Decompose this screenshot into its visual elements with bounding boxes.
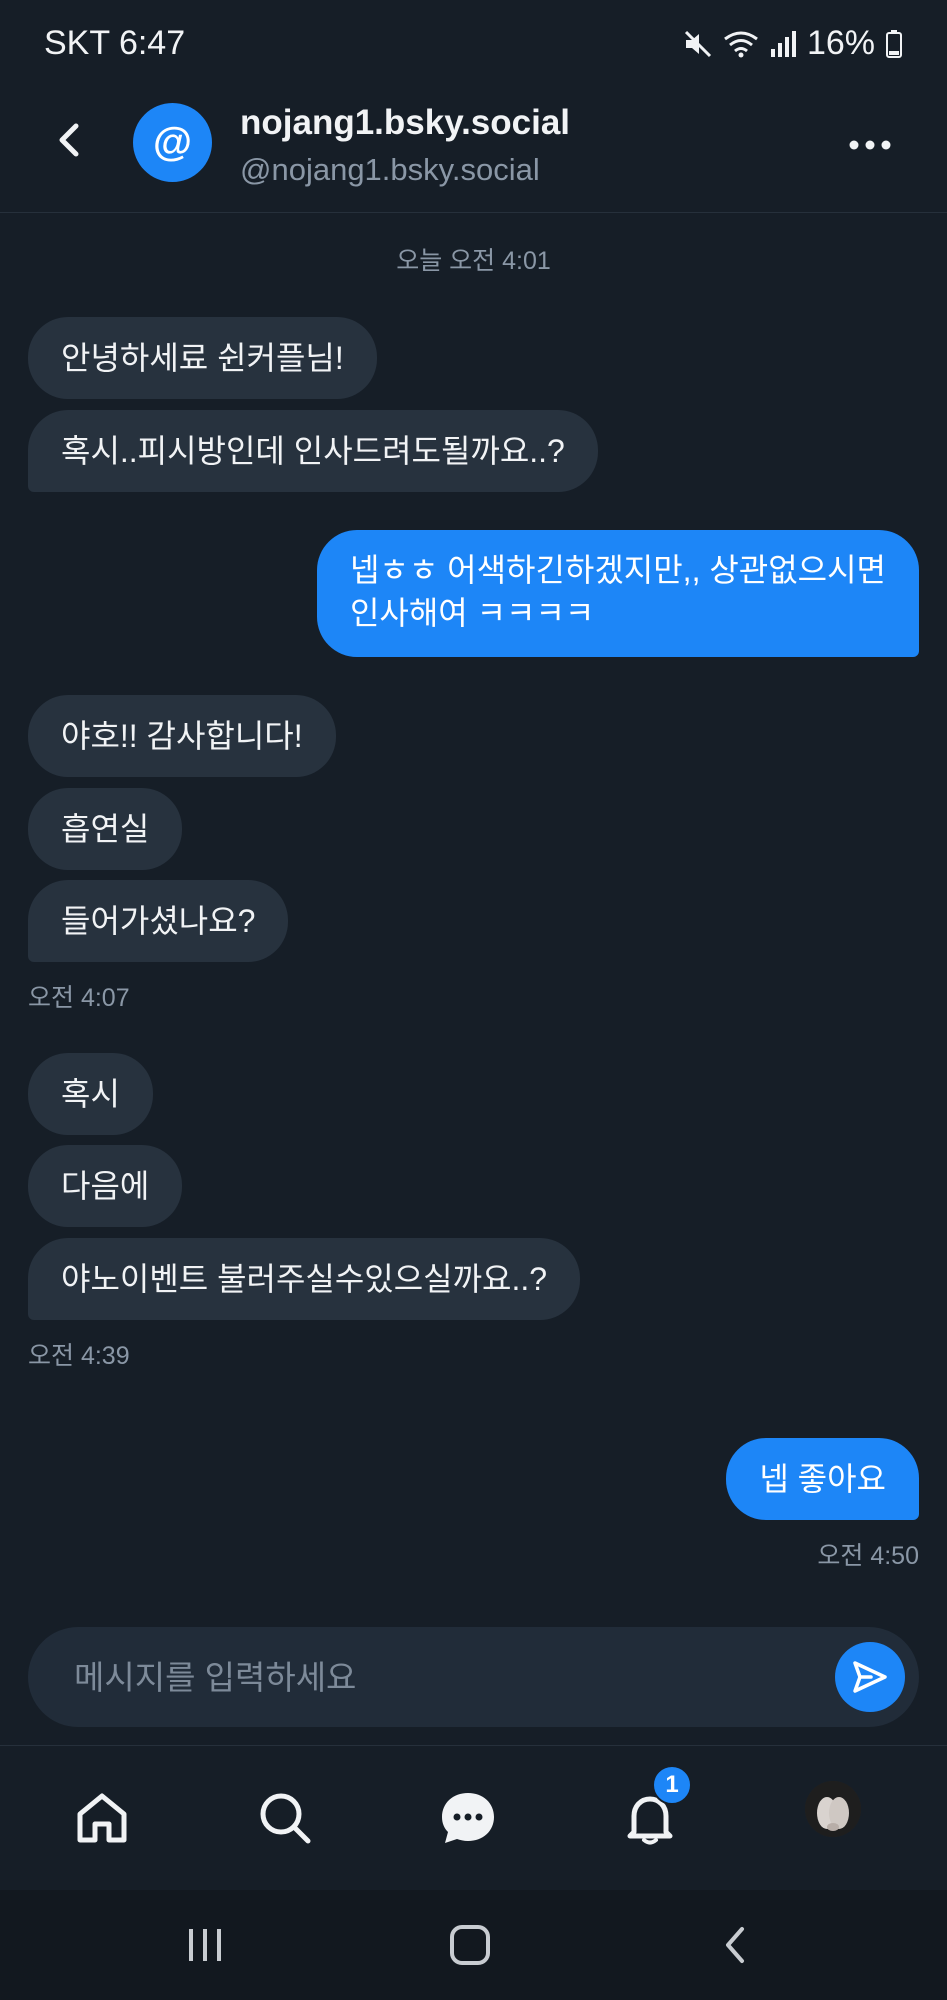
message-text: 안녕하세료 쉰커플님! [61,339,344,376]
home-icon [77,1793,127,1843]
message-text: 넵 좋아요 [759,1460,886,1497]
message-bubble[interactable]: 야노이벤트 불러주실수있으실까요..? [28,1238,581,1320]
message-bubble[interactable]: 안녕하세료 쉰커플님! [28,317,377,399]
wifi-icon [724,31,758,57]
message-text: 인사해여 ㅋㅋㅋㅋ [349,595,595,631]
ellipsis-icon [849,140,891,150]
nav-messages[interactable] [428,1778,508,1858]
at-icon: @ [152,120,192,164]
battery-icon [886,29,902,58]
battery-percent: 16% [806,24,875,62]
more-options-button[interactable] [840,120,900,170]
message-bubble[interactable]: 넵 좋아요 [726,1438,919,1520]
contact-name[interactable]: nojang1.bsky.social [240,103,570,143]
search-icon [260,1793,311,1844]
messages-icon [442,1793,494,1843]
message-composer [28,1627,919,1729]
message-text: 야노이벤트 불러주실수있으실까요..? [61,1260,548,1297]
message-timestamp: 오전 4:07 [28,984,130,1012]
status-time: SKT 6:47 [44,24,186,62]
message-timestamp: 오전 4:50 [817,1542,919,1570]
message-text: 야호!! 감사합니다! [61,717,303,754]
system-back-button[interactable] [695,1915,775,1975]
home-button[interactable] [430,1915,510,1975]
back-button[interactable] [44,115,94,165]
mute-icon [684,30,711,57]
message-timestamp: 오전 4:39 [28,1342,130,1370]
date-label: 오늘 오전 4:01 [396,247,551,275]
message-text: 다음에 [61,1167,150,1204]
message-text: 넵ㅎㅎ 어색하긴하겠지만,, 상관없으시면 [349,552,886,588]
notification-badge: 1 [652,1765,692,1805]
message-input[interactable] [72,1627,796,1729]
home-square-icon [450,1925,490,1965]
message-bubble[interactable]: 혹시..피시방인데 인사드려도될까요..? [28,410,598,492]
message-text: 흡연실 [61,810,150,847]
recent-apps-icon [189,1929,221,1961]
contact-handle: @nojang1.bsky.social [240,152,540,187]
message-bubble[interactable]: 넵ㅎㅎ 어색하긴하겠지만,, 상관없으시면 인사해여 ㅋㅋㅋㅋ [316,530,919,657]
message-bubble[interactable]: 들어가셨나요? [28,880,289,962]
send-icon [853,1661,887,1693]
message-text: 들어가셨나요? [61,902,256,939]
message-bubble[interactable]: 흡연실 [28,788,183,870]
message-bubble[interactable]: 다음에 [28,1145,183,1227]
send-button[interactable] [835,1642,905,1712]
contact-avatar[interactable]: @ [133,103,212,182]
recent-apps-button[interactable] [165,1915,245,1975]
profile-picture [805,1781,861,1837]
back-arrow-icon [59,123,79,157]
nav-home[interactable] [62,1778,142,1858]
message-bubble[interactable]: 혹시 [28,1053,153,1135]
status-icons: 16% [683,24,903,63]
profile-avatar[interactable] [805,1781,861,1837]
signal-icon [770,30,796,57]
chevron-left-icon [726,1927,744,1963]
message-text: 혹시..피시방인데 인사드려도될까요..? [61,432,565,469]
nav-search[interactable] [245,1778,325,1858]
message-bubble[interactable]: 야호!! 감사합니다! [28,695,336,777]
message-text: 혹시 [61,1075,120,1112]
